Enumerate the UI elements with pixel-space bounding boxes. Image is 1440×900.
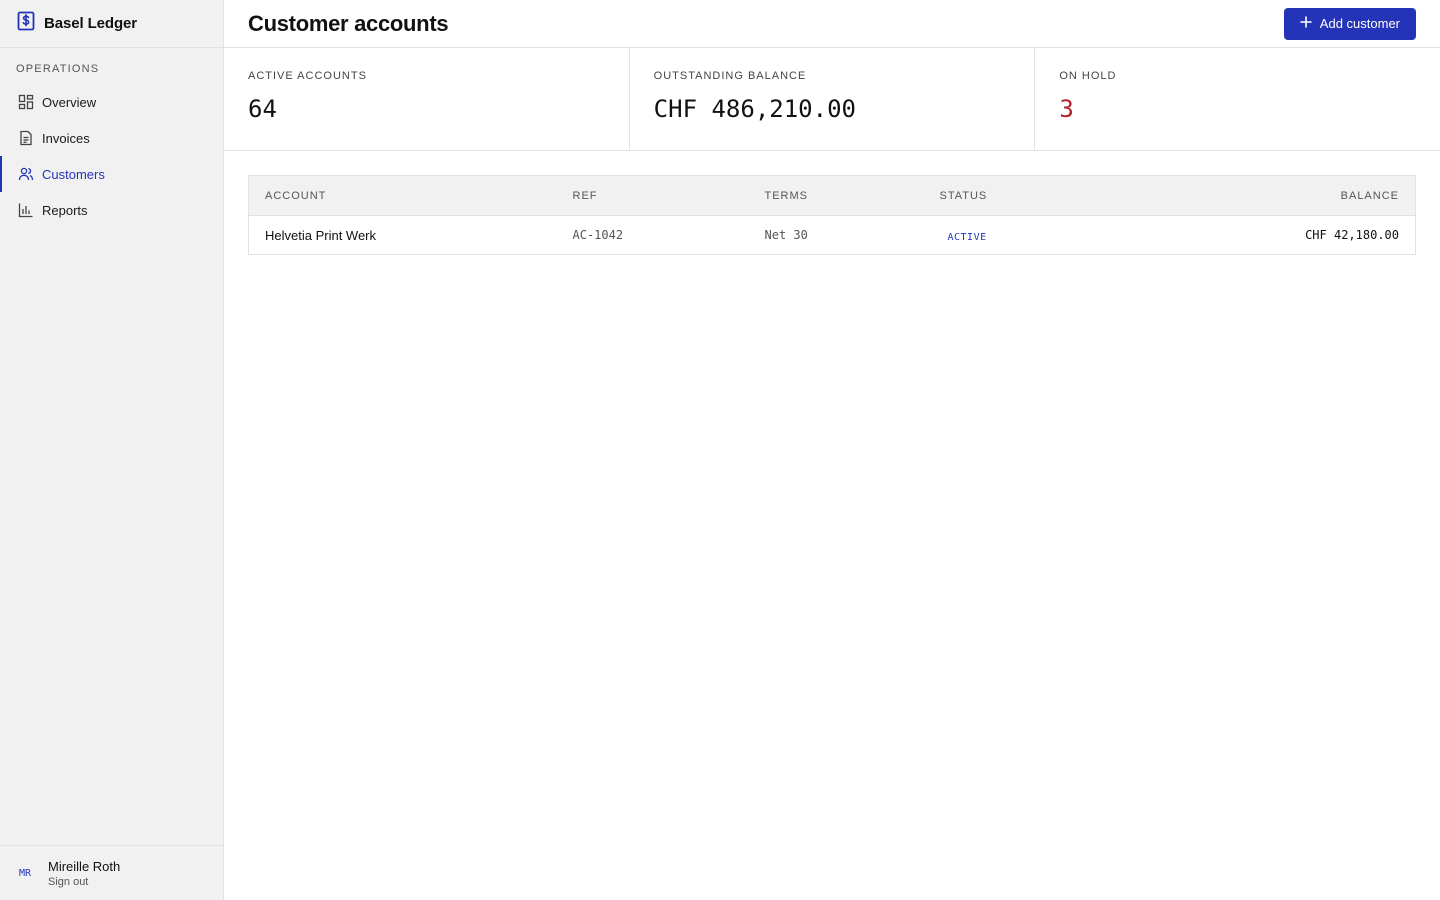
stat-value: 3 — [1059, 95, 1074, 123]
sidebar-item-overview[interactable]: Overview — [0, 84, 223, 120]
sidebar-nav: Overview Invoices Customers Reports — [0, 84, 223, 228]
stat-value: CHF 486,210.00 — [653, 95, 856, 123]
stat-value: 64 — [248, 95, 277, 123]
cell-status: ACTIVE — [924, 216, 1124, 255]
column-header-terms[interactable]: TERMS — [748, 175, 924, 216]
column-header-account[interactable]: ACCOUNT — [248, 175, 557, 216]
customers-table-section: ACCOUNT REF TERMS STATUS BALANCE Helveti… — [224, 151, 1440, 255]
plus-icon — [1299, 16, 1312, 31]
dollar-document-icon — [17, 11, 35, 36]
app-name: Basel Ledger — [44, 15, 138, 32]
add-customer-label: Add customer — [1319, 16, 1400, 31]
bar-chart-icon — [18, 202, 34, 218]
customers-table: ACCOUNT REF TERMS STATUS BALANCE Helveti… — [248, 175, 1416, 255]
cell-terms: Net 30 — [764, 228, 808, 242]
column-header-ref[interactable]: REF — [556, 175, 749, 216]
sidebar-item-label: Customers — [42, 166, 105, 182]
page-title: Customer accounts — [248, 10, 449, 36]
cell-balance: CHF 42,180.00 — [1305, 228, 1399, 242]
user-name: Mireille Roth — [48, 858, 121, 874]
sidebar-item-reports[interactable]: Reports — [0, 192, 223, 228]
stat-label: ON HOLD — [1059, 70, 1117, 82]
table-header-row: ACCOUNT REF TERMS STATUS BALANCE — [248, 175, 1416, 216]
brand[interactable]: Basel Ledger — [0, 0, 223, 48]
grid-icon — [18, 94, 34, 110]
stat-label: ACTIVE ACCOUNTS — [248, 70, 367, 82]
sidebar-item-customers[interactable]: Customers — [0, 156, 223, 192]
users-icon — [18, 166, 34, 182]
sidebar-item-label: Reports — [42, 202, 88, 218]
document-icon — [18, 130, 34, 146]
stat-on-hold: ON HOLD 3 — [1035, 48, 1440, 150]
sidebar-item-label: Invoices — [42, 130, 90, 146]
main-content: Customer accounts Add customer ACTIVE AC… — [224, 0, 1440, 900]
column-header-status[interactable]: STATUS — [923, 175, 1124, 216]
sidebar: Basel Ledger OPERATIONS Overview Invoice… — [0, 0, 224, 900]
add-customer-button[interactable]: Add customer — [1283, 7, 1416, 40]
page-header: Customer accounts Add customer — [224, 0, 1440, 48]
stat-label: OUTSTANDING BALANCE — [653, 70, 807, 82]
column-header-balance[interactable]: BALANCE — [1123, 175, 1416, 216]
status-badge: ACTIVE — [947, 231, 987, 243]
avatar: MR — [19, 867, 32, 879]
table-row[interactable]: Helvetia Print Werk AC-1042 Net 30 ACTIV… — [249, 216, 1416, 255]
stat-outstanding-balance: OUTSTANDING BALANCE CHF 486,210.00 — [630, 48, 1036, 150]
user-profile: MR Mireille Roth Sign out — [0, 845, 223, 900]
nav-section-label: OPERATIONS — [16, 63, 100, 75]
cell-account[interactable]: Helvetia Print Werk — [249, 216, 557, 255]
cell-ref: AC-1042 — [572, 228, 624, 242]
sign-out-link[interactable]: Sign out — [48, 876, 120, 888]
stats-row: ACTIVE ACCOUNTS 64 OUTSTANDING BALANCE C… — [224, 48, 1440, 151]
stat-active-accounts: ACTIVE ACCOUNTS 64 — [224, 48, 630, 150]
sidebar-item-label: Overview — [42, 94, 97, 110]
sidebar-item-invoices[interactable]: Invoices — [0, 120, 223, 156]
